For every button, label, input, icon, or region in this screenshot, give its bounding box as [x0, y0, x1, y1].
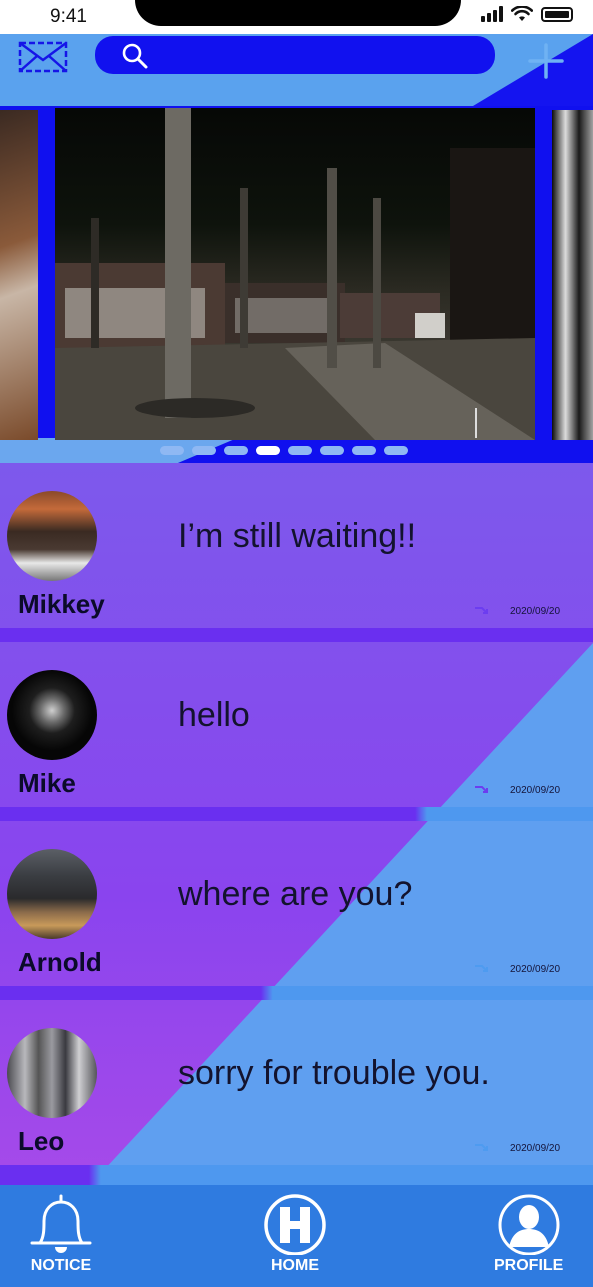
row-divider [0, 986, 593, 1000]
message-date: 2020/09/20 [510, 785, 561, 796]
row-divider [0, 807, 593, 821]
plus-icon[interactable] [527, 42, 565, 80]
status-icons [481, 6, 573, 22]
forward-arrow-icon[interactable] [474, 605, 492, 617]
mail-envelope-icon[interactable] [18, 40, 68, 74]
forward-arrow-icon[interactable] [474, 963, 492, 975]
avatar[interactable] [7, 670, 97, 760]
nav-home[interactable]: HOME [260, 1193, 330, 1275]
forward-arrow-icon[interactable] [474, 1142, 492, 1154]
carousel-dot[interactable] [320, 446, 344, 455]
image-carousel[interactable] [0, 106, 593, 463]
list-item[interactable]: Mike hello 2020/09/20 [0, 642, 593, 807]
row-divider [0, 628, 593, 642]
avatar[interactable] [7, 1028, 97, 1118]
status-bar: 9:41 [0, 0, 593, 34]
contact-name: Arnold [18, 947, 102, 977]
message-date: 2020/09/20 [510, 964, 561, 975]
carousel-slide-next[interactable] [552, 110, 593, 440]
carousel-dot[interactable] [288, 446, 312, 455]
avatar[interactable] [7, 491, 97, 581]
nav-profile-label: PROFILE [494, 1257, 564, 1274]
nav-notice-label: NOTICE [30, 1257, 92, 1274]
message-list: Mikkey I’m still waiting!! 2020/09/20 Mi… [0, 463, 593, 1185]
home-h-icon [264, 1194, 326, 1255]
battery-icon [541, 6, 573, 22]
list-item[interactable]: Leo sorry for trouble you. 2020/09/20 [0, 1000, 593, 1165]
nav-notice[interactable]: NOTICE [28, 1193, 94, 1275]
bell-icon [30, 1194, 92, 1253]
search-input[interactable] [95, 36, 495, 74]
nav-profile[interactable]: PROFILE [494, 1193, 563, 1275]
carousel-slide-current[interactable] [55, 108, 535, 440]
contact-name: Mike [18, 768, 76, 798]
message-text: I’m still waiting!! [178, 517, 417, 555]
carousel-dot[interactable] [160, 446, 184, 455]
carousel-slide-previous[interactable] [0, 110, 38, 440]
carousel-dot[interactable] [384, 446, 408, 455]
signal-icon [481, 6, 503, 22]
carousel-dot[interactable] [224, 446, 248, 455]
list-item[interactable]: Mikkey I’m still waiting!! 2020/09/20 [0, 463, 593, 628]
search-icon [122, 43, 148, 69]
carousel-dot[interactable] [192, 446, 216, 455]
list-item[interactable]: Arnold where are you? 2020/09/20 [0, 821, 593, 986]
carousel-dot[interactable] [256, 446, 280, 455]
night-street-photo [55, 108, 535, 440]
device-notch [135, 0, 461, 26]
nav-home-label: HOME [271, 1257, 319, 1274]
message-date: 2020/09/20 [510, 606, 561, 617]
message-text: hello [178, 696, 250, 734]
contact-name: Leo [18, 1126, 65, 1156]
avatar[interactable] [7, 849, 97, 939]
top-header [0, 34, 593, 106]
wifi-icon [511, 6, 533, 21]
bottom-navigation: NOTICE HOME PROFILE [0, 1185, 593, 1287]
message-text: where are you? [178, 875, 413, 913]
row-divider [0, 1165, 593, 1185]
profile-avatar-icon [498, 1194, 560, 1255]
carousel-dot[interactable] [352, 446, 376, 455]
contact-name: Mikkey [18, 589, 105, 619]
status-time: 9:41 [50, 6, 87, 27]
forward-arrow-icon[interactable] [474, 784, 492, 796]
carousel-pagination[interactable] [160, 446, 408, 455]
message-text: sorry for trouble you. [178, 1054, 490, 1092]
message-date: 2020/09/20 [510, 1143, 561, 1154]
